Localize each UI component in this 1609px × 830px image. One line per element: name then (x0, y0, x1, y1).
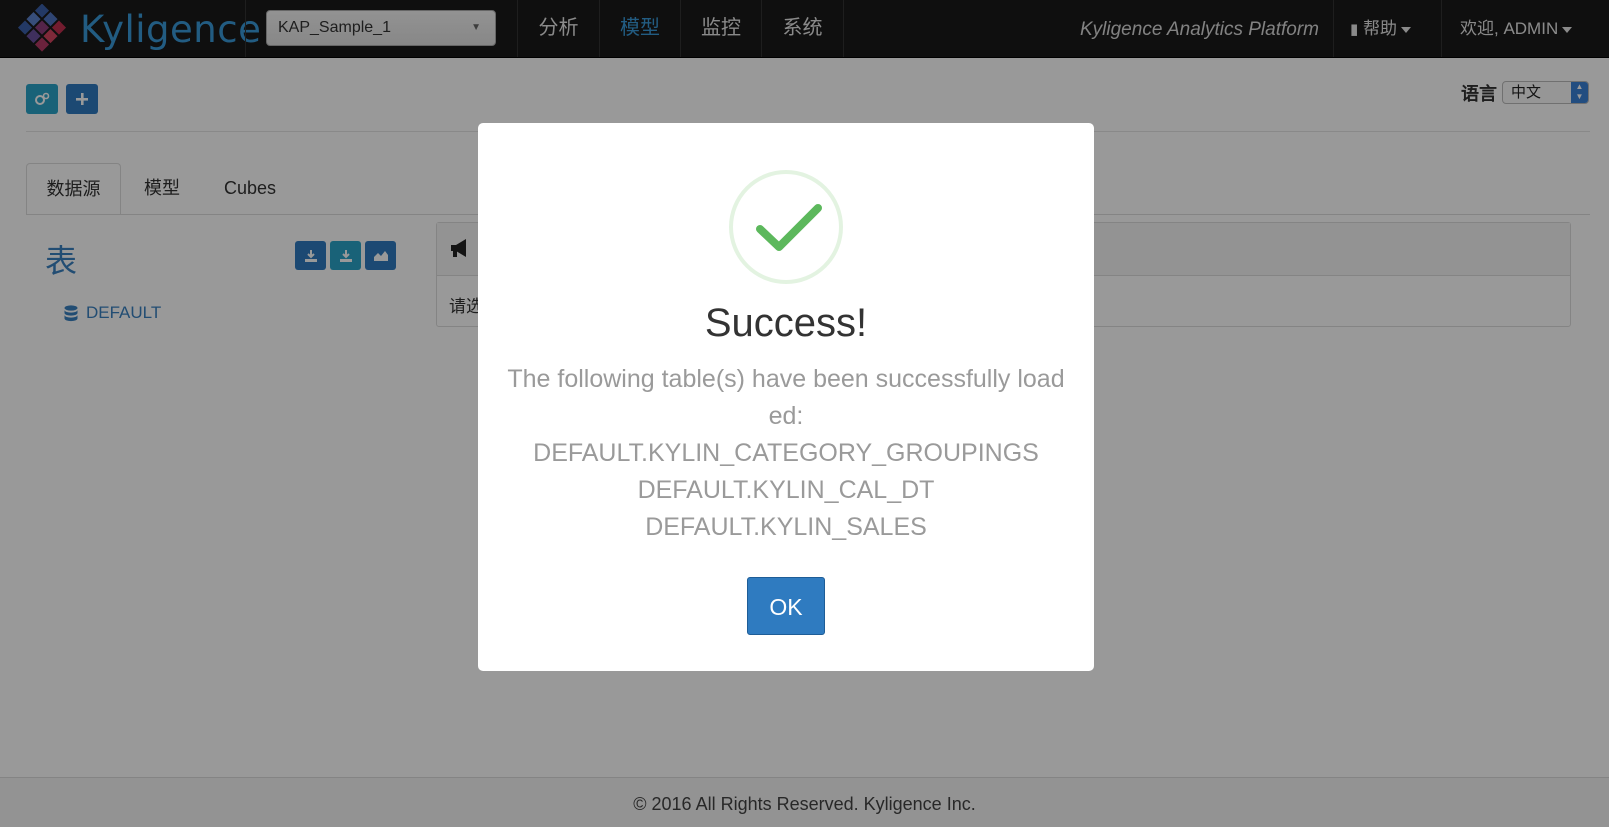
loaded-table-name: DEFAULT.KYLIN_SALES (645, 513, 927, 541)
dialog-message-line: The following table(s) have been success… (507, 365, 1065, 430)
success-dialog: Success! The following table(s) have bee… (478, 123, 1094, 671)
loaded-table-name: DEFAULT.KYLIN_CAL_DT (637, 476, 935, 504)
success-check-icon (729, 170, 843, 284)
loaded-table-name: DEFAULT.KYLIN_CATEGORY_GROUPINGS (533, 439, 1039, 467)
dialog-message: The following table(s) have been success… (502, 361, 1070, 546)
dialog-title: Success! (704, 301, 868, 345)
ok-button[interactable]: OK (747, 577, 825, 635)
